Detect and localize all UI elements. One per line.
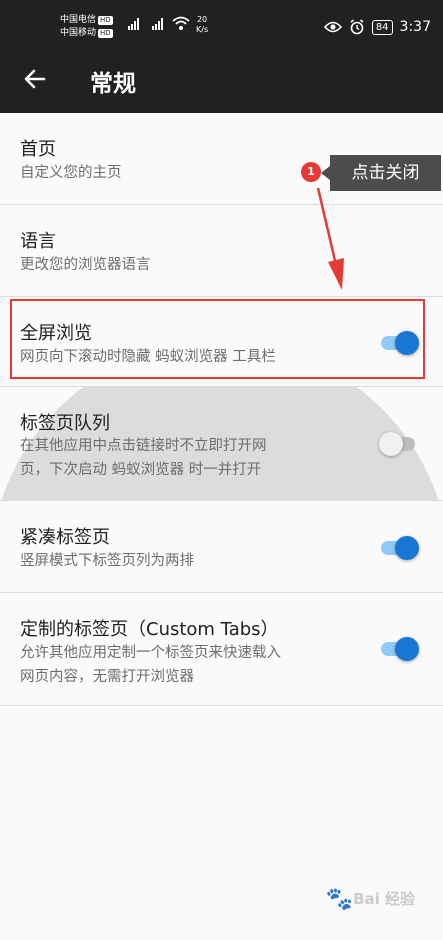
- callout-label: 点击关闭: [321, 155, 441, 191]
- paw-icon: 🐾: [325, 887, 354, 912]
- tab-queue-toggle[interactable]: [379, 430, 419, 456]
- setting-subtitle-line1: 在其他应用中点击链接时不立即打开网: [20, 438, 267, 454]
- watermark: 🐾Bai 经验: [326, 887, 415, 912]
- step-badge: 1: [301, 162, 321, 182]
- setting-title: 标签页队列: [20, 413, 110, 434]
- setting-subtitle-line2: 页，下次启动 蚂蚁浏览器 时一并打开: [20, 462, 262, 478]
- watermark-text: Bai 经验: [353, 890, 415, 908]
